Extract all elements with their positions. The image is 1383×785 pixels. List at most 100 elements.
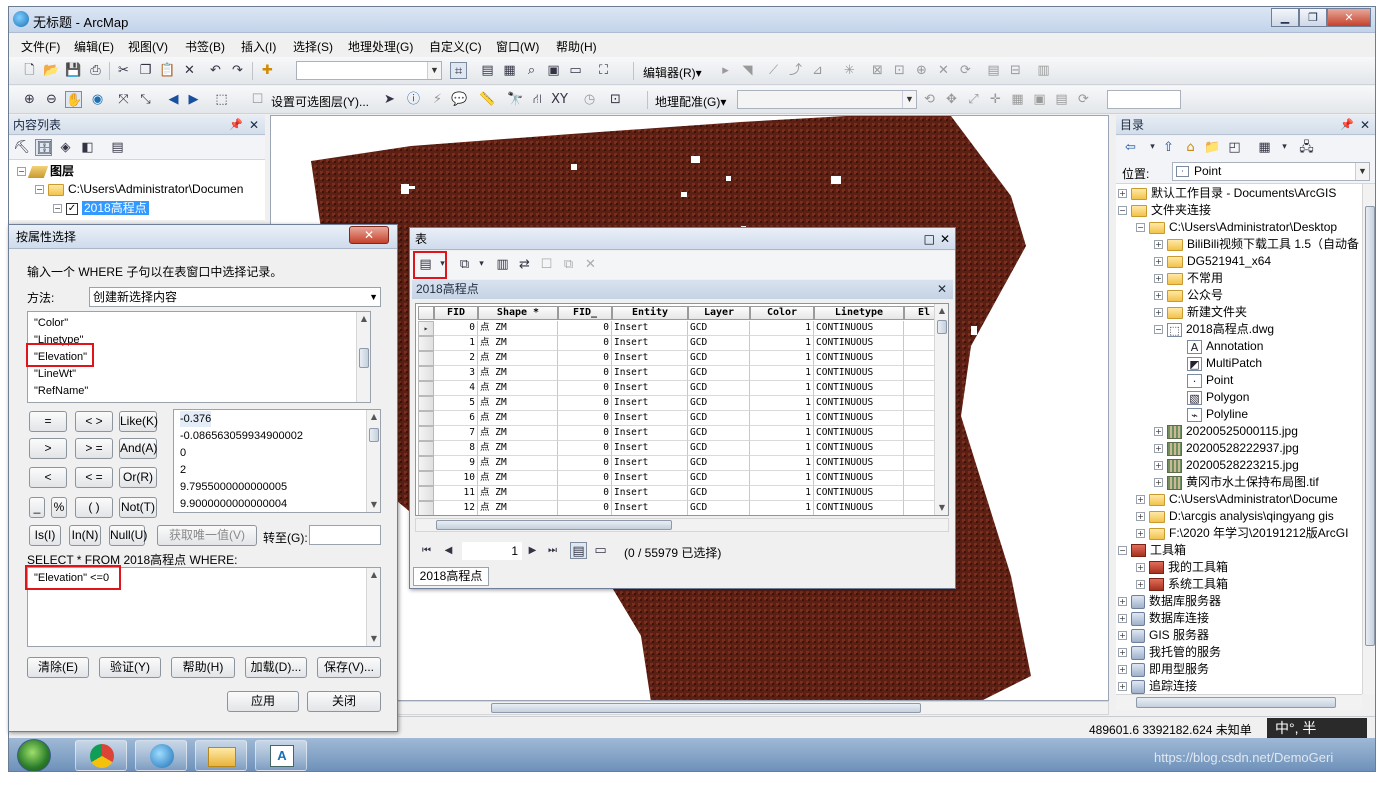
catalog-item[interactable]: − ⬚ 2018高程点.dwg <box>1154 321 1274 338</box>
switch-selection-icon[interactable]: ⇄ <box>516 256 533 273</box>
table-cell[interactable]: 0 <box>434 321 478 336</box>
expand-icon[interactable]: + <box>1118 682 1127 692</box>
operator-like-button[interactable]: Like(K) <box>119 411 158 432</box>
set-selectable-layers-button[interactable]: 设置可选图层(Y)... <box>271 93 369 110</box>
catalog-hscroll-thumb[interactable] <box>1136 697 1336 708</box>
table-cell[interactable]: 点 ZM <box>478 321 558 336</box>
expand-icon[interactable]: + <box>1136 563 1145 573</box>
toc-pin-icon[interactable]: 📌 <box>229 115 243 135</box>
column-header[interactable]: FID <box>434 306 478 320</box>
catalog-item[interactable]: + BiliBili视频下载工具 1.5（自动备 <box>1154 236 1359 253</box>
column-header[interactable]: Color <box>750 306 814 320</box>
table-cell[interactable]: 0 <box>558 441 612 456</box>
select-features-icon[interactable]: ⬚ <box>213 91 230 108</box>
row-selector[interactable] <box>418 471 434 486</box>
table-cell[interactable]: 点 ZM <box>478 366 558 381</box>
map-hscroll-thumb[interactable] <box>491 703 921 713</box>
location-combo[interactable]: · Point ▼ <box>1172 162 1370 181</box>
table-cell[interactable]: 0 <box>558 381 612 396</box>
table-cell[interactable]: 0 <box>558 426 612 441</box>
back-extent-icon[interactable]: ◀ <box>165 91 182 108</box>
value-item[interactable]: 9.9000000000000004 <box>180 496 287 512</box>
table-cell[interactable]: GCD <box>688 321 750 336</box>
table-cell[interactable]: CONTINUOUS <box>814 426 904 441</box>
table-cell[interactable]: 1 <box>750 486 814 501</box>
expand-icon[interactable]: + <box>1118 597 1127 607</box>
expand-icon[interactable]: + <box>1118 614 1127 624</box>
load-button[interactable]: 加载(D)... <box>245 657 307 678</box>
python-window-icon[interactable]: ▭ <box>567 62 584 79</box>
grid-horizontal-scrollbar[interactable] <box>415 518 949 532</box>
add-data-icon[interactable]: ✚ <box>259 62 276 79</box>
save-icon[interactable]: 💾 <box>65 62 82 79</box>
table-cell[interactable]: Insert <box>612 501 688 515</box>
table-cell[interactable]: GCD <box>688 336 750 351</box>
column-header[interactable]: Entity <box>612 306 688 320</box>
expand-icon[interactable]: + <box>1154 444 1163 454</box>
value-item[interactable]: 9.7955000000000005 <box>180 479 287 495</box>
table-cell[interactable]: GCD <box>688 486 750 501</box>
table-cell[interactable]: 点 ZM <box>478 471 558 486</box>
table-cell[interactable]: Insert <box>612 366 688 381</box>
arctoolbox-icon[interactable]: ▣ <box>545 62 562 79</box>
table-cell[interactable]: 6 <box>434 411 478 426</box>
menu-bookmarks[interactable]: 书签(B) <box>185 38 225 55</box>
menu-selection[interactable]: 选择(S) <box>293 38 333 55</box>
table-cell[interactable]: 12 <box>434 501 478 515</box>
collapse-icon[interactable]: − <box>1118 206 1127 216</box>
related-tables-dropdown-icon[interactable]: ▾ <box>473 256 490 273</box>
forward-extent-icon[interactable]: ▶ <box>185 91 202 108</box>
catalog-item[interactable]: + F:\2020 年学习\20191212版ArcGI <box>1136 525 1348 542</box>
select-elements-icon[interactable]: ➤ <box>381 91 398 108</box>
table-bottom-tab[interactable]: 2018高程点 <box>413 567 489 586</box>
toc-close-icon[interactable]: ✕ <box>249 115 259 135</box>
catalog-item[interactable]: + 我的工具箱 <box>1136 559 1228 576</box>
ime-indicator[interactable]: 中°, 半 <box>1267 718 1367 739</box>
scroll-up-icon[interactable]: ▲ <box>357 312 370 326</box>
full-extent-icon[interactable]: ◉ <box>89 91 106 108</box>
table-cell[interactable]: 0 <box>558 336 612 351</box>
table-cell[interactable]: Insert <box>612 486 688 501</box>
table-cell[interactable]: GCD <box>688 426 750 441</box>
list-by-selection-icon[interactable]: ◧ <box>79 139 96 156</box>
print-icon[interactable]: ⎙ <box>87 62 104 79</box>
table-cell[interactable]: Insert <box>612 456 688 471</box>
values-scrollbar[interactable]: ▲ ▼ <box>366 410 380 512</box>
catalog-scroll-thumb[interactable] <box>1365 206 1375 646</box>
maximize-button[interactable]: ❐ <box>1299 8 1327 27</box>
toc-window-icon[interactable]: ▤ <box>479 62 496 79</box>
table-cell[interactable]: 0 <box>558 456 612 471</box>
table-cell[interactable]: 2 <box>434 351 478 366</box>
operator-not-equal-button[interactable]: < > <box>75 411 113 432</box>
cut-icon[interactable]: ✂ <box>115 62 132 79</box>
map-scale-combo[interactable]: ▼ <box>296 61 442 80</box>
expand-icon[interactable]: + <box>1118 665 1127 675</box>
table-cell[interactable]: Insert <box>612 321 688 336</box>
row-selector[interactable]: ▸ <box>418 321 434 336</box>
table-cell[interactable]: 10 <box>434 471 478 486</box>
row-selector[interactable] <box>418 411 434 426</box>
catalog-item[interactable]: + 追踪连接 <box>1118 678 1197 694</box>
table-cell[interactable]: 1 <box>750 381 814 396</box>
row-selector[interactable] <box>418 501 434 515</box>
georef-layer-combo[interactable]: ▼ <box>737 90 917 109</box>
operator-and-button[interactable]: And(A) <box>119 438 157 459</box>
table-cell[interactable]: GCD <box>688 396 750 411</box>
table-cell[interactable]: 1 <box>750 456 814 471</box>
close-button[interactable]: 关闭 <box>307 691 381 712</box>
value-item[interactable]: -0.086563059934900002 <box>180 428 303 444</box>
table-cell[interactable]: 4 <box>434 381 478 396</box>
next-record-icon[interactable]: ▶ <box>524 542 541 559</box>
table-cell[interactable]: 0 <box>558 396 612 411</box>
catalog-item[interactable]: + 我托管的服务 <box>1118 644 1221 661</box>
toc-layer-name[interactable]: 2018高程点 <box>82 201 149 215</box>
table-cell[interactable]: 点 ZM <box>478 441 558 456</box>
previous-record-icon[interactable]: ◀ <box>440 542 457 559</box>
table-cell[interactable]: 点 ZM <box>478 426 558 441</box>
paste-icon[interactable]: 📋 <box>159 62 176 79</box>
catalog-item[interactable]: + C:\Users\Administrator\Docume <box>1136 491 1338 508</box>
table-cell[interactable]: 1 <box>750 471 814 486</box>
minimize-button[interactable]: ▁ <box>1271 8 1299 27</box>
go-to-xy-icon[interactable]: XY <box>551 91 568 108</box>
operator-greater-button[interactable]: > <box>29 438 67 459</box>
